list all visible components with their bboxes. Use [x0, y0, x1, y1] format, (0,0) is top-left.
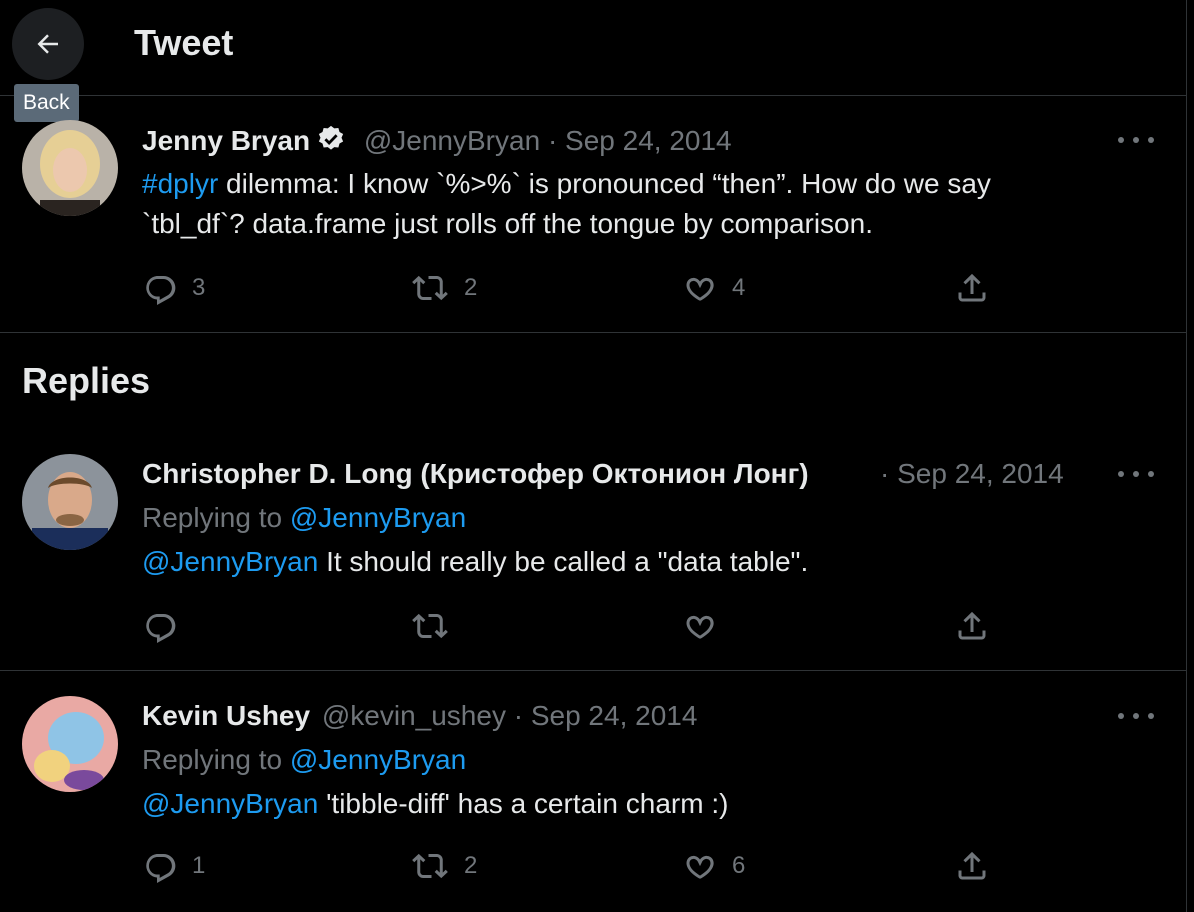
more-options-button[interactable]	[1118, 130, 1154, 150]
more-options-button[interactable]	[1118, 464, 1154, 484]
like-button[interactable]: 4	[682, 270, 745, 306]
tweet-actions: 3 2 4	[142, 270, 1002, 310]
retweet-button[interactable]: 2	[410, 270, 477, 306]
reply-icon	[146, 853, 176, 883]
avatar[interactable]	[22, 696, 118, 792]
author-handle[interactable]: @kevin_ushey	[322, 700, 506, 731]
share-icon	[958, 851, 986, 880]
main-tweet: Jenny Bryan @JennyBryan · Sep 24, 2014 #…	[0, 96, 1186, 333]
reply-button[interactable]	[142, 608, 192, 644]
tweet-date[interactable]: · Sep 24, 2014	[880, 458, 1080, 490]
retweet-icon	[412, 275, 448, 301]
tweet-text: @JennyBryan 'tibble-diff' has a certain …	[142, 784, 728, 824]
tweet-text-line2: `tbl_df`? data.frame just rolls off the …	[142, 208, 873, 239]
avatar[interactable]	[22, 454, 118, 550]
reply-icon	[146, 613, 176, 643]
page-header: Tweet	[0, 0, 1186, 96]
share-button[interactable]	[954, 608, 990, 644]
mention-link[interactable]: @JennyBryan	[142, 788, 318, 819]
tweet-text-body: It should really be called a "data table…	[318, 546, 809, 577]
avatar-image	[22, 696, 118, 792]
verified-badge-icon	[318, 125, 344, 150]
share-button[interactable]	[954, 270, 990, 306]
replying-to-link[interactable]: @JennyBryan	[290, 502, 466, 533]
reply-button[interactable]: 1	[142, 848, 205, 884]
author-name[interactable]: Jenny Bryan	[142, 125, 310, 156]
tweet-text: #dplyr dilemma: I know `%>%` is pronounc…	[142, 164, 991, 244]
retweet-button[interactable]	[410, 608, 464, 644]
replies-heading: Replies	[22, 360, 151, 401]
reply-count: 1	[192, 852, 206, 879]
heart-icon	[686, 855, 714, 879]
replying-to: Replying to @JennyBryan	[142, 502, 466, 534]
page-title: Tweet	[134, 22, 234, 63]
replying-to-link[interactable]: @JennyBryan	[290, 744, 466, 775]
retweet-icon	[412, 613, 448, 639]
avatar[interactable]	[22, 120, 118, 216]
tweet-text-body: 'tibble-diff' has a certain charm :)	[318, 788, 729, 819]
reply-button[interactable]: 3	[142, 270, 205, 306]
hashtag-link[interactable]: #dplyr	[142, 168, 218, 199]
tweet-meta: Kevin Ushey @kevin_ushey · Sep 24, 2014	[142, 700, 1082, 732]
tweet-date[interactable]: · Sep 24, 2014	[548, 125, 732, 156]
tweet-meta: Christopher D. Long (Кристофер Октонион …	[142, 458, 882, 490]
tweet-meta: Jenny Bryan @JennyBryan · Sep 24, 2014	[142, 124, 1082, 157]
tweet-actions: 1 2 6	[142, 848, 1002, 888]
avatar-image	[22, 120, 118, 216]
heart-icon	[686, 277, 714, 301]
tweet-text-line1: dilemma: I know `%>%` is pronounced “the…	[218, 168, 991, 199]
share-icon	[958, 611, 986, 640]
retweet-count: 2	[464, 852, 478, 879]
author-handle[interactable]: @JennyBryan	[364, 125, 540, 156]
like-count: 4	[732, 274, 746, 301]
author-name[interactable]: Christopher D. Long (Кристофер Октонион …	[142, 458, 809, 489]
share-icon	[958, 273, 986, 302]
reply-icon	[146, 275, 176, 305]
author-name[interactable]: Kevin Ushey	[142, 700, 310, 731]
arrow-left-icon	[37, 34, 58, 54]
reply-count: 3	[192, 274, 206, 301]
tweet-actions	[142, 608, 1002, 648]
mention-link[interactable]: @JennyBryan	[142, 546, 318, 577]
retweet-count: 2	[464, 274, 478, 301]
column-divider	[1186, 0, 1187, 912]
reply-tweet[interactable]: Kevin Ushey @kevin_ushey · Sep 24, 2014 …	[0, 672, 1186, 912]
like-count: 6	[732, 852, 746, 879]
replying-to-label: Replying to	[142, 744, 290, 775]
reply-tweet[interactable]: Christopher D. Long (Кристофер Октонион …	[0, 430, 1186, 671]
avatar-image	[22, 454, 118, 550]
like-button[interactable]: 6	[682, 848, 745, 884]
back-button[interactable]	[12, 8, 84, 80]
heart-icon	[686, 615, 714, 639]
tweet-date[interactable]: · Sep 24, 2014	[514, 700, 698, 731]
retweet-icon	[412, 853, 448, 879]
like-button[interactable]	[682, 608, 732, 644]
replying-to-label: Replying to	[142, 502, 290, 533]
share-button[interactable]	[954, 848, 990, 884]
more-options-button[interactable]	[1118, 706, 1154, 726]
tweet-text: @JennyBryan It should really be called a…	[142, 542, 808, 582]
retweet-button[interactable]: 2	[410, 848, 477, 884]
replying-to: Replying to @JennyBryan	[142, 744, 466, 776]
